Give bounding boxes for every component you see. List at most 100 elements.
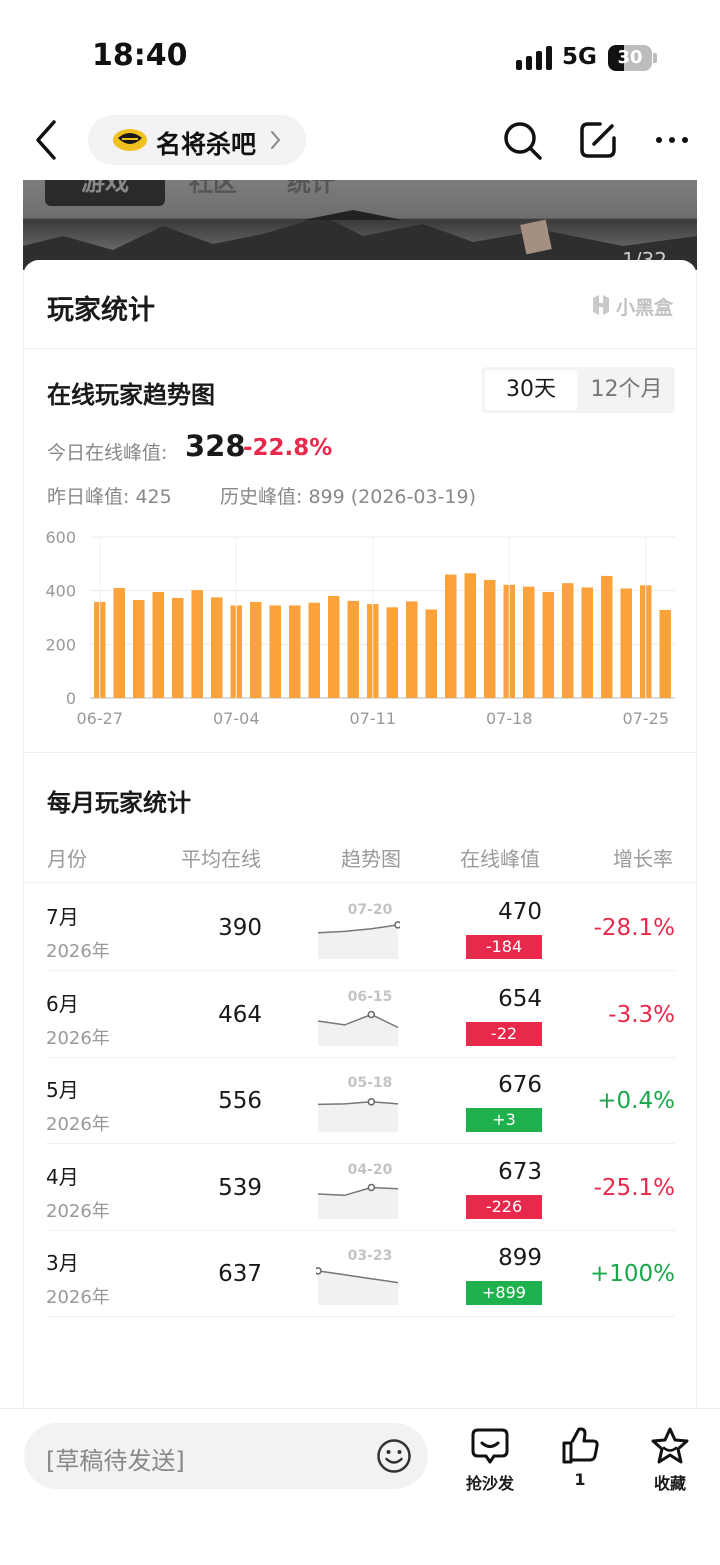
x-tick-label: 07-04 xyxy=(213,709,260,728)
table-row: 5月 2026年 556 05-18 676 +3 +0.4% xyxy=(46,1058,675,1144)
sparkline-peak-marker xyxy=(367,1183,376,1191)
sparkline-peak-date: 03-23 xyxy=(348,1248,393,1264)
row-avg-online: 556 xyxy=(218,1088,262,1114)
bar xyxy=(269,605,281,698)
row-sparkline: 06-15 xyxy=(317,989,399,1046)
bar xyxy=(133,600,145,698)
row-sparkline: 03-23 xyxy=(316,1248,399,1305)
row-peak-delta: -184 xyxy=(466,935,542,959)
row-growth-rate: +100% xyxy=(589,1261,675,1287)
row-month: 3月 xyxy=(46,1251,79,1275)
row-year: 2026年 xyxy=(46,1287,110,1308)
sparkline-peak-marker xyxy=(394,921,400,929)
row-sparkline: 07-20 xyxy=(317,902,400,959)
bar xyxy=(113,587,125,698)
row-month: 4月 xyxy=(46,1164,79,1189)
divider xyxy=(23,882,697,883)
header-avg: 平均在线 xyxy=(181,847,261,871)
row-sparkline: 05-18 xyxy=(317,1075,399,1132)
header-peak: 在线峰值 xyxy=(460,847,540,871)
row-growth-rate: -25.1% xyxy=(593,1174,675,1201)
bar xyxy=(581,587,593,698)
range-12-months[interactable]: 12个月 xyxy=(578,367,675,413)
bar xyxy=(152,592,164,698)
bar xyxy=(328,596,340,698)
row-peak: 899 xyxy=(498,1245,542,1271)
row-avg-online: 637 xyxy=(218,1261,262,1287)
row-avg-online: 390 xyxy=(218,915,262,941)
row-peak-delta: +899 xyxy=(466,1281,542,1305)
bar xyxy=(484,579,496,698)
star-icon xyxy=(651,1427,689,1464)
header-month: 月份 xyxy=(47,847,87,871)
row-growth-rate: +0.4% xyxy=(597,1088,675,1114)
bar xyxy=(425,609,437,698)
trend-title: 在线玩家趋势图 xyxy=(47,381,215,409)
y-tick-label: 400 xyxy=(45,582,76,601)
x-tick-label: 07-18 xyxy=(486,709,533,728)
bar xyxy=(542,592,554,698)
range-switch: 30天 12个月 xyxy=(482,367,675,413)
sparkline-peak-date: 04-20 xyxy=(348,1162,393,1178)
search-icon[interactable] xyxy=(502,120,542,160)
bar xyxy=(250,601,262,698)
today-peak-value: 328 xyxy=(185,429,246,463)
row-peak: 673 xyxy=(498,1158,542,1185)
like-button[interactable]: 1 xyxy=(540,1426,620,1492)
banner-tab-stats[interactable]: 统计 xyxy=(287,180,335,206)
sparkline-area xyxy=(318,1101,398,1132)
row-year: 2026年 xyxy=(46,1200,110,1222)
table-row: 3月 2026年 637 03-23 899 +899 +100% xyxy=(46,1231,675,1317)
sparkline-peak-marker xyxy=(367,1010,376,1018)
chevron-right-icon xyxy=(268,127,284,153)
emoji-icon[interactable] xyxy=(376,1438,412,1474)
history-peak: 历史峰值: 899 (2026-03-19) xyxy=(220,486,476,508)
today-peak-label: 今日在线峰值: xyxy=(47,442,168,464)
back-button[interactable] xyxy=(30,118,70,162)
bar xyxy=(191,590,203,698)
range-30-days[interactable]: 30天 xyxy=(485,370,577,410)
row-peak: 654 xyxy=(498,985,542,1012)
row-peak-delta: -226 xyxy=(466,1194,542,1219)
draft-placeholder: [草稿待发送] xyxy=(46,1447,185,1475)
signal-icon xyxy=(516,46,552,70)
status-time: 18:40 xyxy=(92,38,188,73)
table-row: 6月 2026年 464 06-15 654 -22 -3.3% xyxy=(46,972,675,1058)
edit-icon[interactable] xyxy=(578,120,618,160)
comment-input[interactable]: [草稿待发送] xyxy=(24,1423,428,1489)
x-tick-label: 07-11 xyxy=(350,709,397,728)
bar xyxy=(211,597,223,698)
banner-tab-game[interactable]: 游戏 xyxy=(45,180,165,206)
sparkline-area xyxy=(318,1187,398,1219)
forum-button[interactable]: 名将杀吧 xyxy=(88,115,306,165)
row-avg-online: 539 xyxy=(218,1174,262,1201)
row-month: 6月 xyxy=(46,991,79,1016)
row-growth-rate: -28.1% xyxy=(593,915,675,941)
network-type: 5G xyxy=(562,44,597,70)
more-icon[interactable] xyxy=(654,120,694,160)
today-peak-change: -22.8% xyxy=(243,435,333,461)
table-row: 4月 2026年 539 04-20 673 -226 -25.1% xyxy=(46,1145,675,1231)
reply-label: 抢沙发 xyxy=(465,1474,514,1493)
battery-level: 30 xyxy=(617,47,643,68)
bar xyxy=(289,605,301,698)
bar xyxy=(347,600,359,698)
online-players-chart: 0 200 400 600 06-27 07-04 07-11 07-18 07-25 xyxy=(45,528,675,728)
bar xyxy=(445,574,457,698)
monthly-title: 每月玩家统计 xyxy=(47,789,191,817)
bar xyxy=(523,586,535,698)
thumbs-up-icon xyxy=(562,1427,599,1464)
banner-tab-community[interactable]: 社区 xyxy=(189,180,237,206)
row-year: 2026年 xyxy=(46,1114,110,1135)
row-peak: 470 xyxy=(498,899,542,925)
x-tick-label: 07-25 xyxy=(623,709,670,728)
yesterday-peak: 昨日峰值: 425 xyxy=(47,486,172,508)
row-year: 2026年 xyxy=(46,941,110,962)
card-title: 玩家统计 xyxy=(47,295,155,326)
reply-button[interactable]: 抢沙发 xyxy=(450,1426,530,1493)
row-peak: 676 xyxy=(498,1072,542,1098)
row-growth-rate: -3.3% xyxy=(608,1001,675,1028)
chevron-left-icon xyxy=(36,120,56,160)
favorite-button[interactable]: 收藏 xyxy=(630,1426,710,1493)
row-peak-delta: +3 xyxy=(466,1108,542,1132)
